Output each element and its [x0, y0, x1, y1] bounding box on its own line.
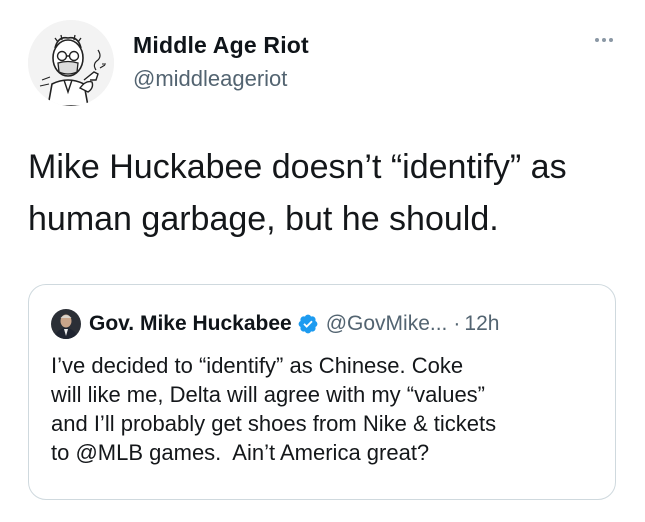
verified-badge-icon [297, 313, 319, 335]
author-display-name[interactable]: Middle Age Riot [133, 32, 309, 59]
author-avatar[interactable] [28, 20, 114, 106]
author-handle[interactable]: @middleageriot [133, 66, 287, 92]
quoted-tweet-header: Gov. Mike Huckabee @GovMike... · 12h [51, 309, 499, 339]
quoted-tweet-text: I’ve decided to “identify” as Chinese. C… [51, 353, 497, 465]
quoted-tweet-card[interactable]: Gov. Mike Huckabee @GovMike... · 12h I’v… [28, 284, 616, 500]
quoted-author-handle[interactable]: @GovMike... [326, 312, 448, 336]
quoted-tweet-timestamp[interactable]: 12h [464, 312, 499, 336]
man-with-pipe-cartoon-icon [28, 20, 114, 106]
more-options-button[interactable] [586, 30, 622, 50]
person-portrait-icon [51, 309, 81, 339]
tweet-text: Mike Huckabee doesn’t “identify” as huma… [28, 148, 567, 238]
header-separator: · [453, 312, 461, 335]
quoted-author-avatar[interactable] [51, 309, 81, 339]
quoted-author-name[interactable]: Gov. Mike Huckabee [89, 312, 292, 336]
more-horizontal-icon [595, 38, 599, 42]
